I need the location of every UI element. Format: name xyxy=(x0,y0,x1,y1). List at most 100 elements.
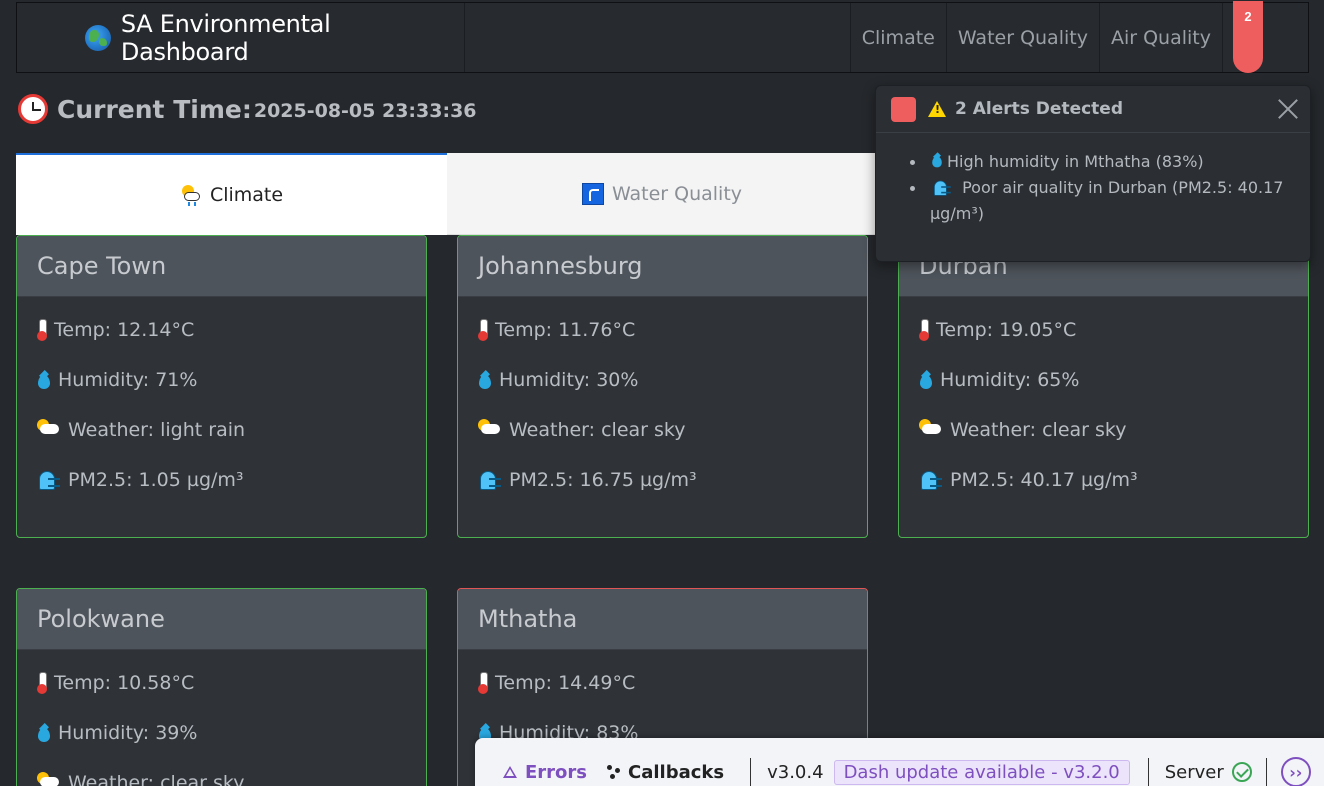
sun-cloud-icon xyxy=(919,419,943,437)
tab-label: Climate xyxy=(209,184,284,206)
metric-humidity: Humidity: 71% xyxy=(37,369,406,419)
weather-value: Weather: clear sky xyxy=(68,772,245,786)
pm25-value: PM2.5: 16.75 µg/m³ xyxy=(509,469,697,491)
navbar: SA Environmental Dashboard Climate Water… xyxy=(16,1,1309,73)
wind-face-icon xyxy=(37,469,61,490)
errors-button[interactable]: Errors xyxy=(503,762,587,783)
callbacks-button[interactable]: Callbacks xyxy=(607,762,724,783)
humidity-value: Humidity: 30% xyxy=(499,369,639,391)
temp-value: Temp: 19.05°C xyxy=(936,319,1077,341)
droplet-icon xyxy=(37,724,51,744)
divider xyxy=(750,758,752,786)
alerts-panel: 2 Alerts Detected High humidity in Mthat… xyxy=(875,85,1311,262)
alarm-clock-icon xyxy=(18,94,48,124)
thermometer-icon xyxy=(37,672,47,694)
metric-weather: Weather: clear sky xyxy=(919,419,1288,469)
droplet-icon xyxy=(931,153,942,169)
time-value: 2025-08-05 23:33:36 xyxy=(253,100,477,122)
alerts-header: 2 Alerts Detected xyxy=(876,86,1310,133)
water-tap-icon xyxy=(581,182,604,205)
divider xyxy=(1265,758,1267,786)
alerts-title: 2 Alerts Detected xyxy=(955,99,1124,119)
metric-humidity: Humidity: 39% xyxy=(37,722,406,772)
droplet-icon xyxy=(37,371,51,391)
sun-cloud-icon xyxy=(37,772,61,786)
update-available-link[interactable]: Dash update available - v3.2.0 xyxy=(833,759,1130,785)
city-card-johannesburg: Johannesburg Temp: 11.76°C Humidity: 30%… xyxy=(457,235,868,538)
nav-link-water-quality[interactable]: Water Quality xyxy=(945,3,1099,72)
server-status: Server xyxy=(1165,762,1252,783)
weather-value: Weather: light rain xyxy=(68,419,246,441)
alert-text: High humidity in Mthatha (83%) xyxy=(947,152,1204,171)
notification-cell[interactable]: 2 xyxy=(1222,1,1308,73)
card-title: Polokwane xyxy=(17,589,426,650)
metric-pm25: PM2.5: 1.05 µg/m³ xyxy=(37,469,406,519)
city-card-polokwane: Polokwane Temp: 10.58°C Humidity: 39% We… xyxy=(16,588,427,786)
tab-label: Water Quality xyxy=(611,182,743,205)
city-card-durban: Durban Temp: 19.05°C Humidity: 65% Weath… xyxy=(898,235,1309,538)
errors-label: Errors xyxy=(525,761,588,783)
time-label: Current Time: xyxy=(57,94,252,124)
thermometer-icon xyxy=(37,319,47,341)
metric-weather: Weather: clear sky xyxy=(37,772,406,786)
metric-pm25: PM2.5: 40.17 µg/m³ xyxy=(919,469,1288,519)
alert-text: Poor air quality in Durban (PM2.5: 40.17… xyxy=(930,178,1284,223)
temp-value: Temp: 10.58°C xyxy=(54,672,195,694)
metric-temp: Temp: 14.49°C xyxy=(478,672,847,722)
expand-chevron-icon[interactable]: ›› xyxy=(1280,757,1311,786)
metric-temp: Temp: 11.76°C xyxy=(478,319,847,369)
metric-humidity: Humidity: 65% xyxy=(919,369,1288,419)
brand-title: SA Environmental Dashboard xyxy=(120,9,331,66)
dash-debug-bar: Errors Callbacks v3.0.4 Dash update avai… xyxy=(475,738,1324,786)
list-item: Poor air quality in Durban (PM2.5: 40.17… xyxy=(910,175,1310,227)
globe-icon xyxy=(85,24,111,51)
graph-nodes-icon xyxy=(607,765,621,779)
server-label: Server xyxy=(1164,761,1224,783)
city-card-cape-town: Cape Town Temp: 12.14°C Humidity: 71% We… xyxy=(16,235,427,538)
sun-cloud-rain-icon xyxy=(180,184,202,206)
card-title: Johannesburg xyxy=(458,236,867,297)
warning-icon xyxy=(503,766,517,778)
version-label: v3.0.4 xyxy=(767,761,824,783)
card-title: Mthatha xyxy=(458,589,867,650)
card-title: Cape Town xyxy=(17,236,426,297)
pm25-value: PM2.5: 40.17 µg/m³ xyxy=(950,469,1138,491)
pm25-value: PM2.5: 1.05 µg/m³ xyxy=(68,469,244,491)
close-icon[interactable] xyxy=(1276,96,1300,120)
wind-face-icon xyxy=(919,469,943,490)
nav-link-climate[interactable]: Climate xyxy=(849,3,946,72)
alerts-list: High humidity in Mthatha (83%) Poor air … xyxy=(876,133,1310,227)
weather-value: Weather: clear sky xyxy=(950,419,1127,441)
brand[interactable]: SA Environmental Dashboard xyxy=(17,3,465,72)
metric-weather: Weather: light rain xyxy=(37,419,406,469)
droplet-icon xyxy=(919,371,933,391)
metric-temp: Temp: 19.05°C xyxy=(919,319,1288,369)
warning-icon xyxy=(928,101,946,117)
droplet-icon xyxy=(478,371,492,391)
tab-climate[interactable]: Climate xyxy=(16,153,447,235)
callbacks-label: Callbacks xyxy=(628,761,725,783)
metric-temp: Temp: 10.58°C xyxy=(37,672,406,722)
notification-badge[interactable]: 2 xyxy=(1233,1,1263,73)
wind-face-icon xyxy=(478,469,502,490)
list-item: High humidity in Mthatha (83%) xyxy=(910,149,1310,175)
humidity-value: Humidity: 39% xyxy=(58,722,198,744)
thermometer-icon xyxy=(478,319,488,341)
metric-humidity: Humidity: 30% xyxy=(478,369,847,419)
tab-water-quality[interactable]: Water Quality xyxy=(447,153,877,235)
thermometer-icon xyxy=(478,672,488,694)
thermometer-icon xyxy=(919,319,929,341)
metric-temp: Temp: 12.14°C xyxy=(37,319,406,369)
temp-value: Temp: 11.76°C xyxy=(495,319,636,341)
tabs: Climate Water Quality xyxy=(16,153,877,235)
check-circle-icon xyxy=(1231,762,1252,782)
temp-value: Temp: 12.14°C xyxy=(54,319,195,341)
metric-pm25: PM2.5: 16.75 µg/m³ xyxy=(478,469,847,519)
weather-value: Weather: clear sky xyxy=(509,419,686,441)
wind-face-icon xyxy=(932,179,951,196)
temp-value: Temp: 14.49°C xyxy=(495,672,636,694)
current-time: Current Time: 2025-08-05 23:33:36 xyxy=(18,94,477,124)
nav-link-air-quality[interactable]: Air Quality xyxy=(1098,3,1222,72)
sun-cloud-icon xyxy=(478,419,502,437)
divider xyxy=(1147,758,1149,786)
